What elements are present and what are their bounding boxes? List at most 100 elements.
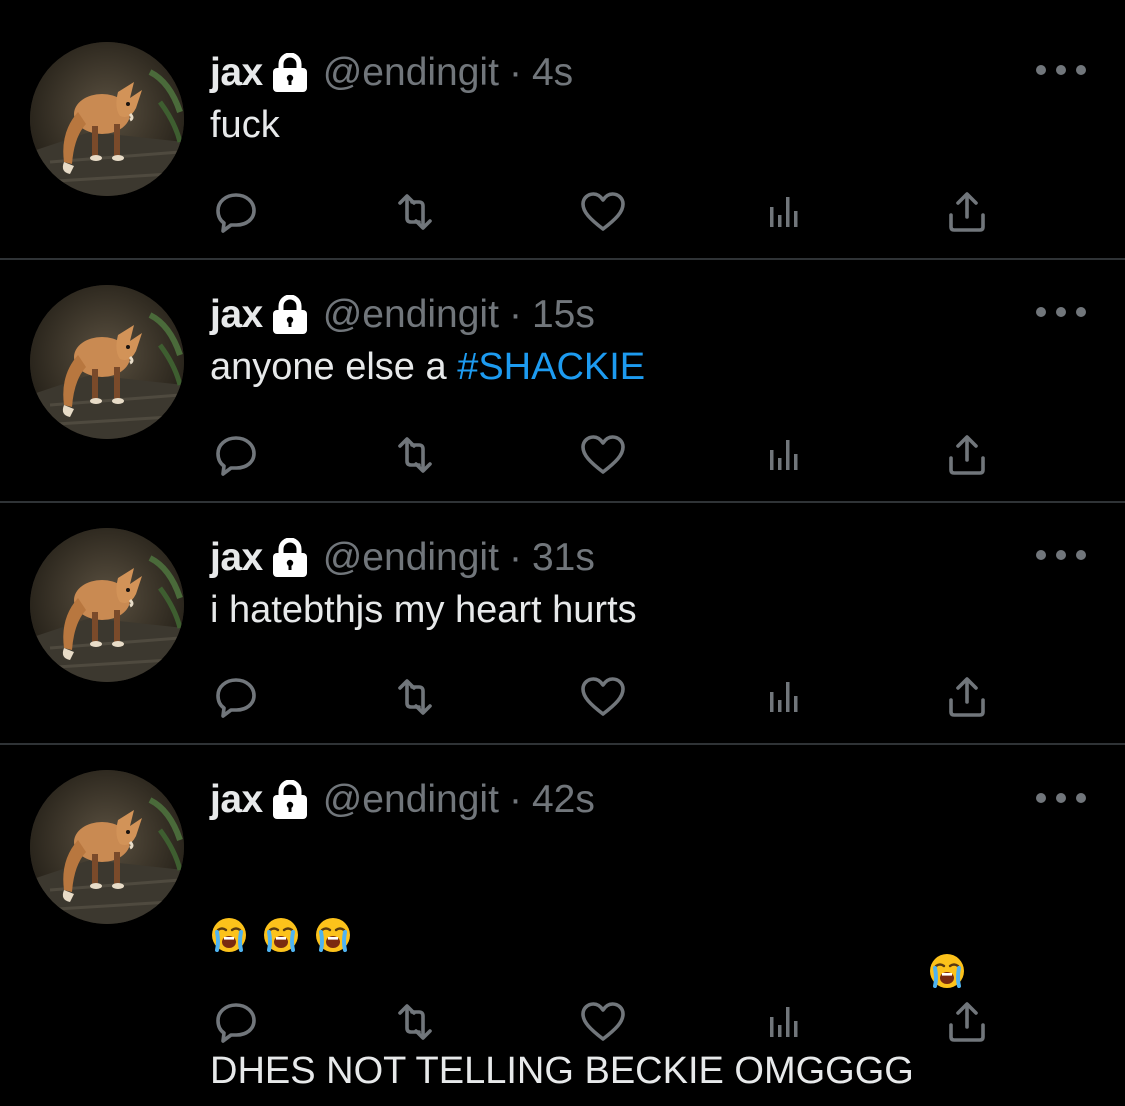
more-options-button[interactable]	[1036, 786, 1086, 810]
loudly-crying-face-icon	[210, 916, 248, 954]
display-name[interactable]: jax	[210, 536, 263, 580]
retweet-icon	[398, 679, 432, 715]
like-button[interactable]	[573, 667, 633, 727]
views-button[interactable]	[755, 667, 815, 727]
tweet-divider	[0, 501, 1125, 503]
meta-separator: ·	[508, 536, 522, 579]
tweet-timestamp[interactable]: 42s	[532, 778, 595, 822]
views-button[interactable]	[755, 425, 815, 485]
more-horizontal-icon	[1036, 550, 1046, 560]
lock-icon	[271, 53, 309, 93]
avatar[interactable]	[30, 770, 184, 924]
analytics-icon	[770, 682, 798, 712]
like-button[interactable]	[573, 182, 633, 242]
meta-separator: ·	[508, 293, 522, 336]
user-handle[interactable]: @endingit	[323, 536, 499, 580]
tweet-header: jax @endingit · 42s	[210, 775, 595, 825]
avatar[interactable]	[30, 285, 184, 439]
tweet-divider	[0, 258, 1125, 260]
loudly-crying-face-icon	[928, 836, 966, 988]
tweet-header: jax @endingit · 15s	[210, 290, 595, 340]
loudly-crying-face-icon	[262, 916, 300, 954]
lock-icon	[271, 295, 309, 335]
tweet-actions	[0, 667, 1125, 727]
tweet-actions	[0, 992, 1125, 1052]
reply-button[interactable]	[206, 425, 266, 485]
tweet-header: jax @endingit · 4s	[210, 48, 573, 98]
share-button[interactable]	[937, 182, 997, 242]
share-button[interactable]	[937, 425, 997, 485]
share-icon	[949, 1002, 985, 1042]
fox-photo-avatar-icon	[30, 770, 184, 924]
tweet-text: i hatebthjs my heart hurts	[210, 581, 1070, 639]
more-horizontal-icon	[1036, 307, 1046, 317]
lock-icon	[271, 780, 309, 820]
analytics-icon	[770, 197, 798, 227]
tweet-timestamp[interactable]: 31s	[532, 536, 595, 580]
retweet-button[interactable]	[385, 992, 445, 1052]
share-button[interactable]	[937, 992, 997, 1052]
heart-icon	[581, 435, 625, 474]
views-button[interactable]	[755, 182, 815, 242]
retweet-button[interactable]	[385, 182, 445, 242]
user-handle[interactable]: @endingit	[323, 778, 499, 822]
tweet-text-content: fuck	[210, 104, 280, 146]
analytics-icon	[770, 440, 798, 470]
share-icon	[949, 677, 985, 717]
more-horizontal-icon	[1036, 65, 1046, 75]
tweet-text-content: DHES NOT TELLING BECKIE OMGGGG	[210, 1050, 914, 1092]
heart-icon	[581, 677, 625, 716]
avatar[interactable]	[30, 528, 184, 682]
retweet-button[interactable]	[385, 667, 445, 727]
reply-button[interactable]	[206, 182, 266, 242]
timeline-feed: jax @endingit · 4s fuck jax @endingit · …	[0, 0, 1125, 1092]
reply-button[interactable]	[206, 992, 266, 1052]
retweet-icon	[398, 437, 432, 473]
tweet-text-content: i hatebthjs my heart hurts	[210, 589, 637, 631]
user-handle[interactable]: @endingit	[323, 293, 499, 337]
reply-icon	[216, 193, 256, 233]
fox-photo-avatar-icon	[30, 528, 184, 682]
retweet-icon	[398, 194, 432, 230]
analytics-icon	[770, 1007, 798, 1037]
avatar[interactable]	[30, 42, 184, 196]
tweet-text-prefix: anyone else a	[210, 346, 458, 388]
display-name[interactable]: jax	[210, 51, 263, 95]
tweet-divider	[0, 743, 1125, 745]
heart-icon	[581, 192, 625, 231]
reply-button[interactable]	[206, 667, 266, 727]
user-handle[interactable]: @endingit	[323, 51, 499, 95]
share-icon	[949, 192, 985, 232]
hashtag-link[interactable]: #SHACKIE	[457, 346, 645, 388]
share-button[interactable]	[937, 667, 997, 727]
tweet-header: jax @endingit · 31s	[210, 533, 595, 583]
tweet-timestamp[interactable]: 4s	[532, 51, 573, 95]
lock-icon	[271, 538, 309, 578]
tweet-actions	[0, 182, 1125, 242]
display-name[interactable]: jax	[210, 293, 263, 337]
tweet-text: fuck	[210, 96, 1070, 154]
loudly-crying-face-icon	[314, 916, 352, 954]
like-button[interactable]	[573, 425, 633, 485]
tweet-text: DHES NOT TELLING BECKIE OMGGGG	[210, 836, 1070, 1100]
more-options-button[interactable]	[1036, 58, 1086, 82]
emoji-row	[210, 910, 352, 960]
retweet-button[interactable]	[385, 425, 445, 485]
tweet-timestamp[interactable]: 15s	[532, 293, 595, 337]
meta-separator: ·	[508, 778, 522, 821]
reply-icon	[216, 436, 256, 476]
more-options-button[interactable]	[1036, 543, 1086, 567]
heart-icon	[581, 1002, 625, 1041]
like-button[interactable]	[573, 992, 633, 1052]
reply-icon	[216, 678, 256, 718]
display-name[interactable]: jax	[210, 778, 263, 822]
views-button[interactable]	[755, 992, 815, 1052]
meta-separator: ·	[508, 51, 522, 94]
fox-photo-avatar-icon	[30, 42, 184, 196]
tweet-actions	[0, 425, 1125, 485]
tweet-text: anyone else a #SHACKIE	[210, 338, 1070, 396]
more-options-button[interactable]	[1036, 300, 1086, 324]
more-horizontal-icon	[1036, 793, 1046, 803]
retweet-icon	[398, 1004, 432, 1040]
share-icon	[949, 435, 985, 475]
